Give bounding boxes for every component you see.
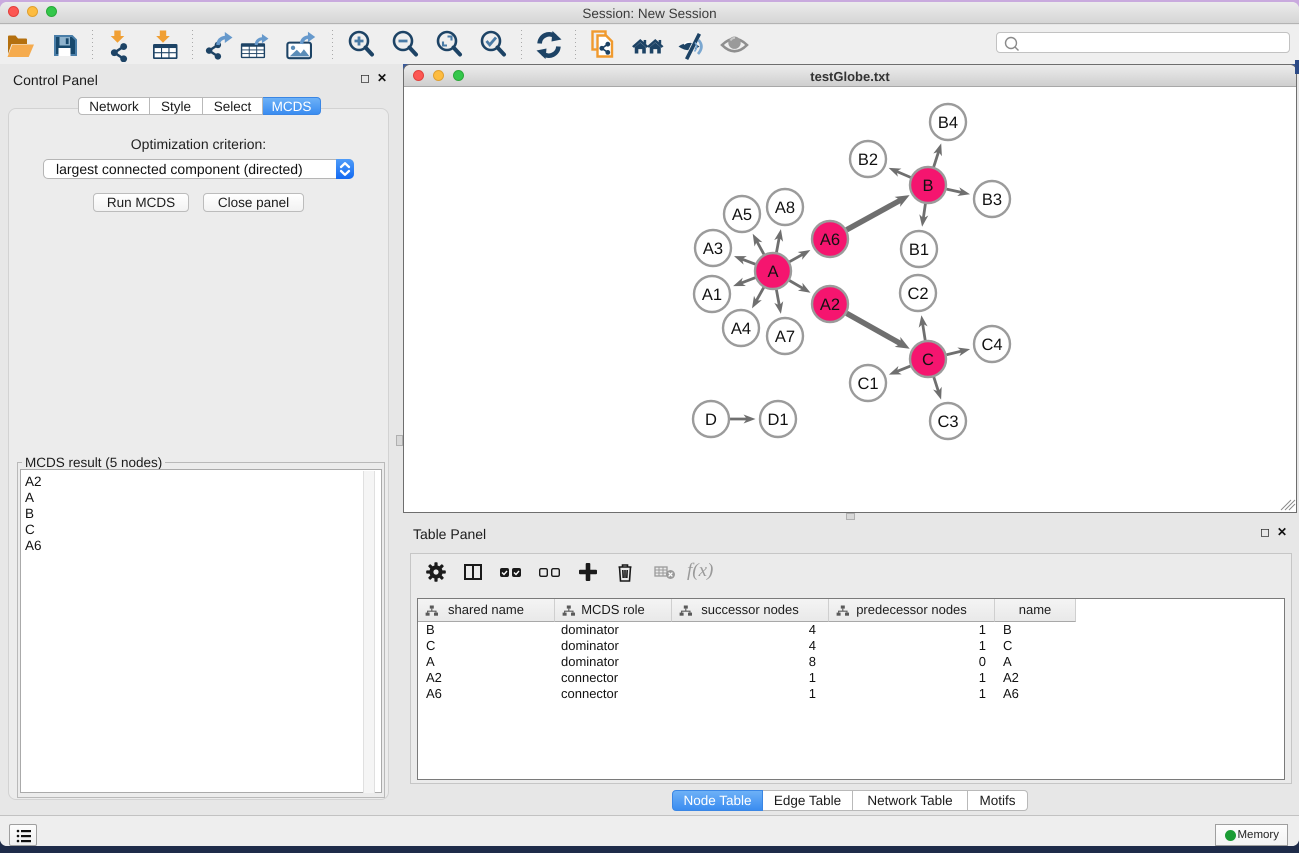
svg-text:A7: A7 xyxy=(775,328,795,346)
svg-text:C: C xyxy=(922,351,934,369)
svg-text:A2: A2 xyxy=(820,296,840,314)
svg-text:C3: C3 xyxy=(937,413,958,431)
svg-text:A: A xyxy=(767,263,778,281)
svg-text:A4: A4 xyxy=(731,320,751,338)
svg-text:A5: A5 xyxy=(732,206,752,224)
svg-text:C2: C2 xyxy=(907,285,928,303)
svg-text:A8: A8 xyxy=(775,199,795,217)
svg-text:B: B xyxy=(922,177,933,195)
svg-text:A3: A3 xyxy=(703,240,723,258)
svg-text:B4: B4 xyxy=(938,114,958,132)
svg-text:D1: D1 xyxy=(767,411,788,429)
svg-text:C1: C1 xyxy=(857,375,878,393)
svg-text:B3: B3 xyxy=(982,191,1002,209)
svg-text:B1: B1 xyxy=(909,241,929,259)
svg-text:B2: B2 xyxy=(858,151,878,169)
svg-text:A1: A1 xyxy=(702,286,722,304)
svg-text:D: D xyxy=(705,411,717,429)
svg-text:A6: A6 xyxy=(820,231,840,249)
svg-text:C4: C4 xyxy=(981,336,1002,354)
